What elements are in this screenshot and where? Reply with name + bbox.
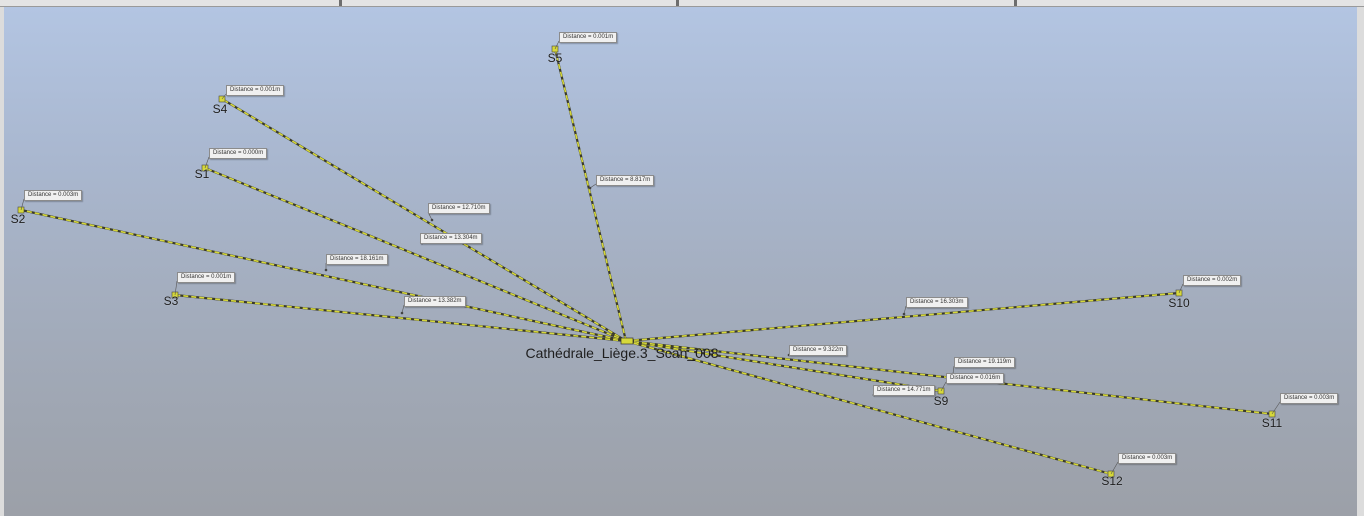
toolbar-splitter[interactable] bbox=[676, 0, 679, 6]
link-distance-tag-s10: Distance = 16.303m bbox=[906, 297, 968, 308]
link-s1 bbox=[201, 156, 627, 343]
target-distance-tag-s1: Distance = 0.000m bbox=[209, 148, 268, 159]
station-label-s11[interactable]: S11 bbox=[1262, 416, 1282, 430]
link-distance-tag-s11: Distance = 19.119m bbox=[954, 357, 1016, 368]
target-distance-tag-s2: Distance = 0.003m bbox=[24, 190, 83, 201]
station-label-s3[interactable]: S3 bbox=[164, 294, 179, 308]
target-distance-tag-s12: Distance = 0.003m bbox=[1118, 453, 1177, 464]
station-label-s5[interactable]: S5 bbox=[548, 51, 563, 65]
target-distance-tag-s4: Distance = 0.001m bbox=[226, 85, 285, 96]
target-distance-tag-s11: Distance = 0.003m bbox=[1280, 393, 1339, 404]
link-distance-tag-s9: Distance = 9.322m bbox=[789, 345, 848, 356]
3d-viewport[interactable]: S5 Distance = 0.001m Distance = 8.817m S4 Di… bbox=[4, 7, 1357, 516]
link-distance-tag-s5: Distance = 8.817m bbox=[596, 175, 655, 186]
station-label-s4[interactable]: S4 bbox=[213, 102, 228, 116]
toolbar-splitter[interactable] bbox=[1014, 0, 1017, 6]
link-s2 bbox=[17, 198, 627, 343]
link-s12 bbox=[625, 339, 1119, 478]
scan-center-label[interactable]: Cathédrale_Liège.3_Scan_008 bbox=[525, 345, 718, 361]
station-label-s9[interactable]: S9 bbox=[934, 394, 949, 408]
scan-center-marker[interactable] bbox=[620, 337, 634, 345]
station-label-s12[interactable]: S12 bbox=[1101, 474, 1122, 488]
link-distance-tag-s3: Distance = 13.382m bbox=[404, 296, 466, 307]
top-toolbar-strip bbox=[0, 0, 1364, 7]
link-s10 bbox=[625, 283, 1184, 343]
link-distance-tag-s12: Distance = 14.771m bbox=[873, 385, 935, 396]
toolbar-splitter[interactable] bbox=[339, 0, 342, 6]
link-distance-tag-s1: Distance = 13.304m bbox=[420, 233, 482, 244]
target-distance-tag-s10: Distance = 0.002m bbox=[1183, 275, 1242, 286]
link-s3 bbox=[171, 280, 627, 343]
station-link-lines bbox=[17, 40, 1281, 478]
target-distance-tag-s9: Distance = 0.016m bbox=[946, 373, 1005, 384]
link-s5 bbox=[551, 40, 628, 342]
target-distance-tag-s5: Distance = 0.001m bbox=[559, 32, 618, 43]
station-label-s2[interactable]: S2 bbox=[11, 212, 26, 226]
target-distance-tag-s3: Distance = 0.001m bbox=[177, 272, 236, 283]
station-label-s1[interactable]: S1 bbox=[195, 167, 210, 181]
link-distance-tag-s4: Distance = 12.710m bbox=[428, 203, 490, 214]
link-distance-tag-s2: Distance = 18.161m bbox=[326, 254, 388, 265]
station-label-s10[interactable]: S10 bbox=[1168, 296, 1189, 310]
